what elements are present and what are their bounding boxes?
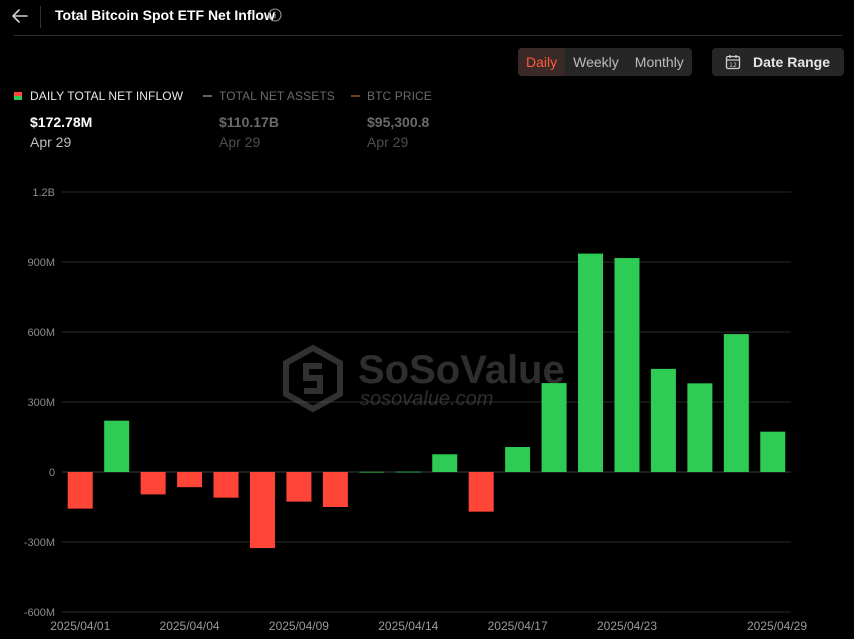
back-arrow-icon[interactable] [10, 6, 30, 26]
legend-value: $110.17B [219, 114, 279, 130]
bar-2025/04/03[interactable] [140, 472, 166, 495]
bar-2025/04/09[interactable] [286, 472, 312, 502]
bar-2025/04/02[interactable] [104, 420, 130, 472]
period-tab-monthly[interactable]: Monthly [627, 48, 692, 76]
bar-2025/04/22[interactable] [578, 253, 604, 472]
bar-2025/04/23[interactable] [614, 258, 640, 472]
legend-line-orange-icon [351, 95, 360, 97]
y-tick-label: 1.2B [32, 187, 55, 199]
bar-2025/04/17[interactable] [505, 447, 531, 472]
watermark-url: sosovalue.com [360, 388, 493, 410]
date-range-label: Date Range [753, 54, 831, 70]
x-tick-label: 2025/04/14 [378, 619, 438, 633]
legend-value: $95,300.8 [367, 114, 430, 130]
bar-2025/04/11[interactable] [359, 471, 385, 473]
x-tick-label: 2025/04/17 [488, 619, 548, 633]
y-tick-label: 900M [27, 257, 55, 269]
x-tick-label: 2025/04/04 [160, 619, 220, 633]
bar-2025/04/10[interactable] [322, 472, 348, 507]
info-icon[interactable] [268, 8, 282, 22]
bar-2025/04/07[interactable] [213, 472, 239, 498]
y-tick-label: 600M [27, 327, 55, 339]
period-selector: Daily Weekly Monthly [518, 48, 692, 76]
x-tick-label: 2025/04/29 [747, 619, 807, 633]
y-tick-label: 0 [49, 467, 55, 479]
legend-line-gray-icon [203, 95, 212, 97]
sosovalue-logo-icon [283, 344, 343, 413]
bar-2025/04/01[interactable] [67, 472, 93, 509]
legend-date: Apr 29 [219, 134, 261, 150]
date-range-button[interactable]: 12 Date Range [712, 48, 844, 76]
x-axis-labels: 2025/04/01 2025/04/04 2025/04/09 2025/04/14… [50, 619, 807, 633]
legend-label: DAILY TOTAL NET INFLOW [30, 89, 184, 103]
watermark: SoSoValue sosovalue.com [283, 344, 565, 413]
bar-2025/04/08[interactable] [249, 472, 275, 549]
y-tick-label: -600M [24, 607, 55, 619]
bar-2025/04/16[interactable] [468, 472, 494, 512]
bar-2025/04/29[interactable] [760, 431, 786, 472]
header-rule [14, 35, 842, 36]
bar-2025/04/28[interactable] [723, 334, 749, 472]
svg-text:12: 12 [729, 62, 737, 69]
legend-label: TOTAL NET ASSETS [219, 89, 335, 103]
legend-date: Apr 29 [30, 134, 72, 150]
net-inflow-bar-chart: SoSoValue sosovalue.com -600M -300M 0 300M 6… [24, 187, 808, 633]
bar-2025/04/14[interactable] [395, 471, 421, 473]
watermark-brand: SoSoValue [358, 348, 565, 392]
x-tick-label: 2025/04/23 [597, 619, 657, 633]
legend-label: BTC PRICE [367, 89, 432, 103]
bar-2025/04/24[interactable] [650, 368, 676, 472]
y-axis-labels: -600M -300M 0 300M 600M 900M 1.2B [24, 187, 55, 619]
period-tab-daily[interactable]: Daily [518, 48, 566, 76]
x-tick-label: 2025/04/09 [269, 619, 329, 633]
y-tick-label: 300M [27, 397, 55, 409]
bar-2025/04/25[interactable] [687, 383, 713, 472]
header-divider [40, 6, 41, 28]
legend-date: Apr 29 [367, 134, 409, 150]
calendar-icon: 12 [725, 55, 741, 70]
y-tick-label: -300M [24, 537, 55, 549]
period-tab-weekly[interactable]: Weekly [565, 48, 627, 76]
x-tick-label: 2025/04/01 [50, 619, 110, 633]
legend-value: $172.78M [30, 114, 93, 130]
bar-2025/04/15[interactable] [432, 454, 458, 472]
header-bar: Total Bitcoin Spot ETF Net Inflow [0, 0, 854, 34]
legend-swatch-red-green-icon [14, 92, 22, 100]
bar-2025/04/21[interactable] [541, 383, 567, 472]
bar-2025/04/04[interactable] [177, 472, 203, 488]
page-title: Total Bitcoin Spot ETF Net Inflow [55, 7, 275, 23]
